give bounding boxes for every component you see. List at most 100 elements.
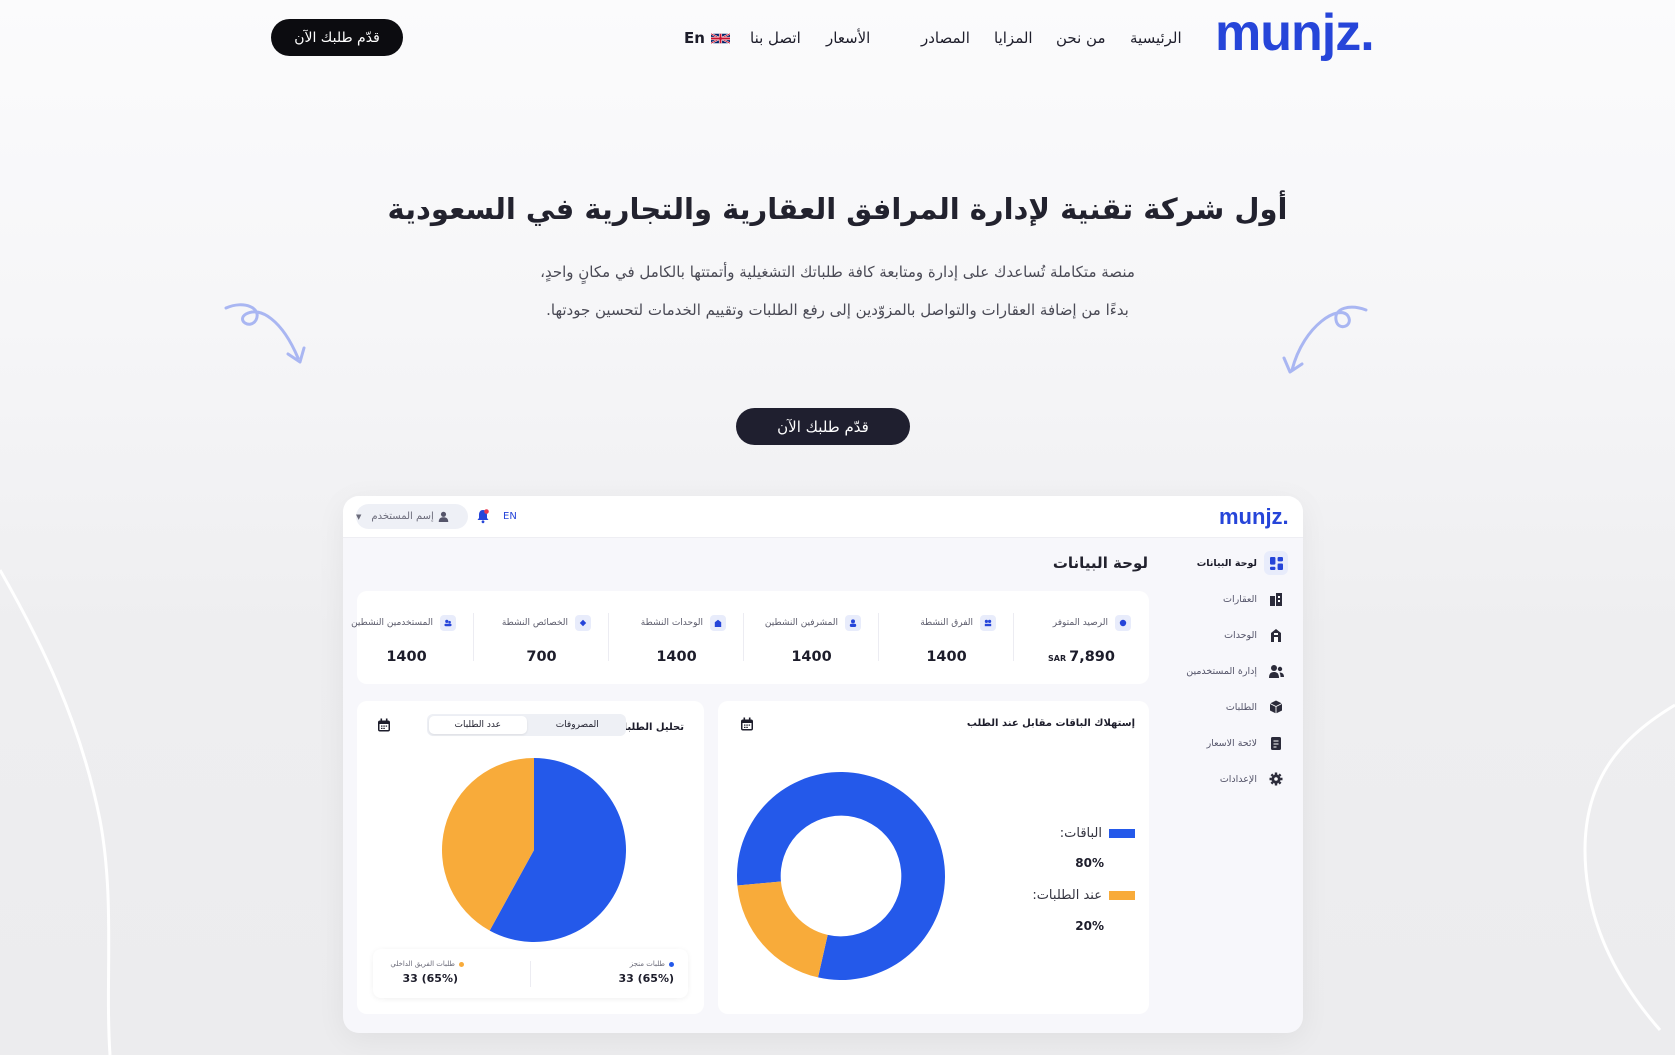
- sidebar-item-properties[interactable]: العقارات: [1223, 587, 1288, 611]
- stat-label: الوحدات النشطة: [640, 618, 703, 628]
- svg-text:munjz.: munjz.: [1215, 8, 1374, 62]
- dashboard-page-title: لوحة البيانات: [1052, 554, 1148, 572]
- stat-value: 1400: [656, 649, 697, 665]
- stat-balance: الرصيد المتوفر SAR 7,890: [1014, 605, 1149, 669]
- legend-value: 80%: [1075, 856, 1104, 870]
- user-name: إسم المستخدم: [371, 511, 434, 522]
- sidebar-item-settings[interactable]: الإعدادات: [1220, 767, 1288, 791]
- stat-value: 1400: [791, 649, 832, 665]
- legend-dot: [459, 961, 464, 967]
- stat-label: الخصائص النشطة: [501, 618, 568, 628]
- calendar-icon[interactable]: [377, 718, 391, 732]
- sidebar-item-price-list[interactable]: لائحة الاسعار: [1207, 731, 1288, 755]
- nav-contact[interactable]: اتصل بنا: [750, 28, 801, 48]
- user-menu[interactable]: إسم المستخدم ▼: [356, 504, 468, 529]
- munjz-logo[interactable]: munjz.: [1215, 8, 1385, 62]
- stat-active-supervisors: المشرفين النشطين 1400: [744, 605, 879, 669]
- packages-card: إستهلاك الباقات مقابل عند الطلب الباقات:…: [718, 701, 1149, 1014]
- users-icon: [1268, 665, 1284, 678]
- nav-home[interactable]: الرئيسية: [1130, 28, 1182, 48]
- requests-legend: طلبات منجز 33 (65%) طلبات الفريق الداخلي…: [373, 949, 688, 998]
- packages-donut-chart: [737, 772, 945, 980]
- active-users-icon: [440, 615, 456, 631]
- sidebar-item-label: لائحة الاسعار: [1206, 737, 1257, 749]
- legend-munjz-requests: طلبات منجز: [630, 960, 674, 968]
- dashboard-lang[interactable]: EN: [503, 511, 517, 522]
- legend-label: الباقات:: [1059, 826, 1102, 841]
- legend-label: طلبات منجز: [629, 960, 665, 968]
- wallet-icon: [1115, 615, 1131, 631]
- legend-swatch: [1109, 829, 1135, 838]
- sidebar-item-label: العقارات: [1223, 593, 1257, 605]
- gear-icon: [1269, 772, 1283, 786]
- stat-label: الفرق النشطة: [920, 618, 973, 628]
- uk-flag-icon: [710, 32, 730, 44]
- sidebar-item-label: الوحدات: [1224, 629, 1257, 641]
- curly-arrow-left-icon: [224, 303, 306, 364]
- legend-on-demand: عند الطلبات:: [1032, 888, 1135, 903]
- language-switch[interactable]: En: [684, 28, 730, 48]
- property-icon: [575, 615, 591, 631]
- legend-swatch: [1109, 891, 1135, 900]
- hero-cta-button[interactable]: قدّم طلبك الآن: [736, 408, 910, 445]
- price-list-icon: [1271, 737, 1281, 750]
- nav-pricing[interactable]: الأسعار: [826, 28, 870, 48]
- legend-packages: الباقات:: [1060, 826, 1135, 841]
- nav-about[interactable]: من نحن: [1056, 28, 1106, 48]
- requests-tabs: عدد الطلبات المصروفات: [427, 714, 626, 736]
- stat-label: الرصيد المتوفر: [1052, 618, 1108, 628]
- sidebar-item-dashboard[interactable]: لوحة البيانات: [1197, 551, 1288, 575]
- stat-active-properties: الخصائص النشطة 700: [474, 605, 609, 669]
- legend-value: 33 (65%): [618, 972, 674, 985]
- sidebar-item-label: لوحة البيانات: [1196, 557, 1257, 569]
- nav-cta-button[interactable]: قدّم طلبك الآن: [271, 19, 403, 56]
- sidebar-item-label: إدارة المستخدمين: [1186, 665, 1257, 677]
- legend-internal-team-requests: طلبات الفريق الداخلي: [390, 960, 464, 968]
- requests-pie-chart: [442, 758, 626, 942]
- legend-dot: [669, 961, 674, 967]
- stat-unit: SAR: [1048, 654, 1067, 663]
- stat-value: 1400: [926, 649, 967, 665]
- calendar-icon[interactable]: [740, 717, 754, 731]
- dashboard-preview: munjz. EN إسم المستخدم ▼ لوحة البيانات ا…: [343, 496, 1303, 1033]
- stats-card: الرصيد المتوفر SAR 7,890 الفرق النشطة 140…: [351, 591, 1149, 684]
- stat-value: 700: [526, 649, 557, 665]
- sidebar-item-requests[interactable]: الطلبات: [1226, 695, 1288, 719]
- nav-resources[interactable]: المصادر: [921, 28, 970, 48]
- dashboard-icon: [1269, 556, 1283, 570]
- stat-value: 1400: [386, 649, 427, 665]
- sidebar-item-users[interactable]: إدارة المستخدمين: [1186, 659, 1288, 683]
- stat-active-users: المستخدمين النشطين 1400: [343, 605, 474, 669]
- nav-features[interactable]: المزايا: [994, 28, 1033, 48]
- language-label: En: [684, 29, 705, 47]
- sidebar-item-label: الإعدادات: [1219, 773, 1257, 785]
- stat-value: 7,890: [1069, 649, 1115, 665]
- stat-label: المشرفين النشطين: [764, 618, 838, 628]
- packages-card-title: إستهلاك الباقات مقابل عند الطلب: [966, 718, 1135, 729]
- dashboard-logo: munjz.: [1219, 505, 1289, 529]
- stat-active-units: الوحدات النشطة 1400: [609, 605, 744, 669]
- sidebar-item-label: الطلبات: [1225, 701, 1257, 713]
- box-icon: [1269, 700, 1283, 714]
- team-icon: [980, 615, 996, 631]
- stat-active-teams: الفرق النشطة 1400: [879, 605, 1014, 669]
- sidebar-item-units[interactable]: الوحدات: [1224, 623, 1288, 647]
- building-icon: [1271, 629, 1281, 642]
- bell-icon[interactable]: [476, 508, 490, 524]
- tab-request-count[interactable]: عدد الطلبات: [429, 716, 527, 734]
- legend-label: طلبات الفريق الداخلي: [390, 960, 455, 968]
- slice-secondary: [737, 881, 828, 978]
- buildings-icon: [1270, 593, 1282, 606]
- stat-label: المستخدمين النشطين: [351, 618, 433, 628]
- legend-value: 20%: [1075, 919, 1104, 933]
- requests-card: تحليل الطلبات عدد الطلبات المصروفات طلبا…: [357, 701, 704, 1014]
- user-icon: [438, 511, 449, 522]
- legend-label: عند الطلبات:: [1032, 888, 1102, 903]
- legend-value: 33 (65%): [402, 972, 458, 985]
- hero-subtitle-line-2: بدءًا من إضافة العقارات والتواصل بالمزوّ…: [546, 301, 1129, 319]
- hero-subtitle-line-1: منصة متكاملة تُساعدك على إدارة ومتابعة ك…: [540, 263, 1135, 281]
- home-icon: [710, 615, 726, 631]
- tab-expenses[interactable]: المصروفات: [529, 714, 627, 736]
- supervisor-icon: [845, 615, 861, 631]
- chevron-down-icon: ▼: [356, 512, 362, 521]
